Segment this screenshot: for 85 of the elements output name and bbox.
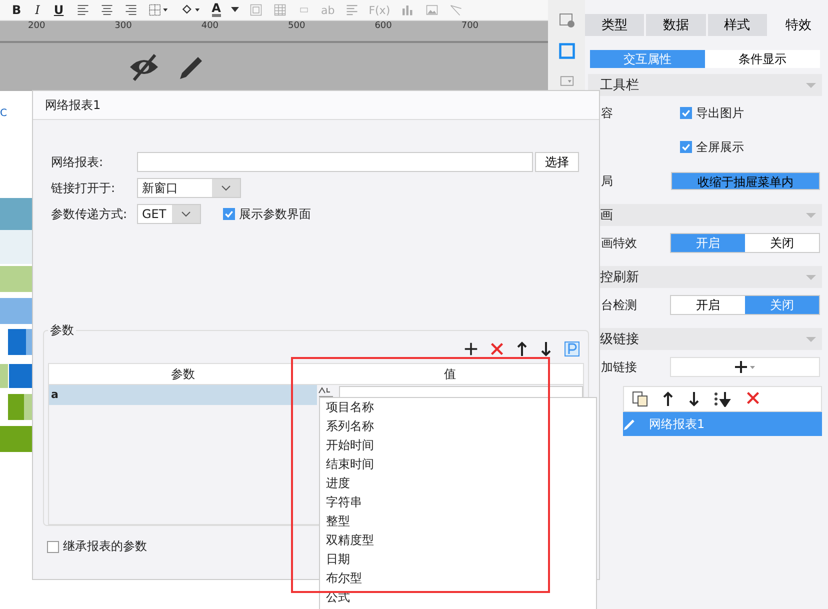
checkbox-label: 全屏展示 [696,138,744,156]
border-icon[interactable] [148,4,170,16]
checkbox[interactable] [223,208,235,220]
checkbox-label: 导出图片 [696,104,744,122]
copy-icon[interactable] [632,391,648,407]
menu-item[interactable]: 双精度型 [326,531,590,550]
format-button[interactable]: B [10,3,24,17]
add-icon[interactable] [734,360,756,374]
frame-icon[interactable] [248,4,263,16]
tab[interactable]: 类型 [585,14,644,36]
image-icon[interactable] [424,4,440,16]
method-select[interactable]: GET [137,204,201,224]
field-label: 网络报表: [51,154,104,170]
menu-item[interactable]: 进度 [326,474,590,493]
ruler-label: 500 [288,21,306,31]
window-select[interactable]: 新窗口 [137,178,241,198]
move-bottom-icon[interactable] [714,391,732,407]
checkbox[interactable] [680,107,692,119]
field-label: 参数传递方式: [51,206,128,222]
checkbox-label: 继承报表的参数 [63,538,147,555]
link-label: 网络报表1 [649,416,705,432]
section-title: 级链接 [600,331,639,348]
arrow-down-icon[interactable] [688,391,700,407]
checkbox[interactable] [47,540,59,552]
arrow-down-icon[interactable] [540,341,552,357]
cell-text: C [0,108,7,119]
eye-slash-icon[interactable] [128,53,160,81]
layout-button[interactable]: 收缩于抽屉菜单内 [670,172,820,190]
group-title: 参数 [49,322,75,339]
select-frame-icon[interactable] [558,42,576,60]
ruler-label: 700 [461,21,480,31]
section-title: 工具栏 [600,77,639,94]
ruler-label: 600 [374,21,393,31]
dropdown-widget-icon[interactable] [558,74,576,88]
font-color-button[interactable]: A [212,3,221,17]
choose-button[interactable]: 选择 [535,152,579,172]
checkbox-label: 展示参数界面 [239,206,311,222]
column-header: 值 [443,366,457,383]
column-header: 参数 [170,366,196,383]
align-center-icon[interactable] [100,4,114,16]
field-label: 链接打开于: [51,180,116,196]
format-button[interactable]: U [52,3,66,17]
row-label: 局 [601,172,614,190]
section-title: 画 [600,207,613,224]
table-icon[interactable] [272,4,287,16]
parameter-p-icon[interactable] [564,341,580,357]
arrow-up-icon[interactable] [662,391,674,407]
menu-item[interactable]: 布尔型 [326,569,590,588]
delete-icon[interactable] [490,342,504,356]
align-left-icon[interactable] [76,4,90,16]
section-title: 控刷新 [600,269,639,286]
add-icon[interactable] [464,342,478,356]
menu-item[interactable]: 系列名称 [326,417,590,436]
menu-item[interactable]: 字符串 [326,493,590,512]
caret-icon[interactable] [221,185,231,191]
dialog-title: 网络报表1 [45,96,101,114]
report-field[interactable] [137,152,533,172]
ruler-label: 400 [201,21,220,31]
ruler-label: 200 [28,21,46,31]
menu-item[interactable]: 项目名称 [326,398,590,417]
tab[interactable]: 样式 [708,14,767,36]
section-header[interactable]: 工具栏 [588,74,822,96]
delete-icon[interactable] [746,391,760,405]
row-label: 画特效 [601,234,638,252]
menu-item[interactable]: 整型 [326,512,590,531]
checkbox[interactable] [680,141,692,153]
tab[interactable]: 数据 [646,14,706,36]
caret-icon[interactable] [230,7,239,13]
parameter-name-cell[interactable]: a [49,385,317,405]
ruler-label: 300 [114,21,133,31]
menu-item[interactable]: 日期 [326,550,590,569]
slash-icon[interactable] [450,4,462,16]
row-label: 台检测 [601,296,638,314]
arrow-up-icon[interactable] [516,341,528,357]
pencil-icon[interactable] [623,417,637,431]
menu-item[interactable]: 开始时间 [326,436,590,455]
align-right-icon[interactable] [124,4,138,16]
bar-chart-icon[interactable] [400,4,414,16]
menu-item[interactable]: 结束时间 [326,455,590,474]
row-label: 容 [601,104,614,122]
format-button[interactable]: I [33,3,42,17]
row-label: 加链接 [601,358,638,376]
widget-settings-icon[interactable] [558,12,576,28]
caret-icon[interactable] [181,211,191,217]
lines-icon[interactable] [344,4,359,16]
